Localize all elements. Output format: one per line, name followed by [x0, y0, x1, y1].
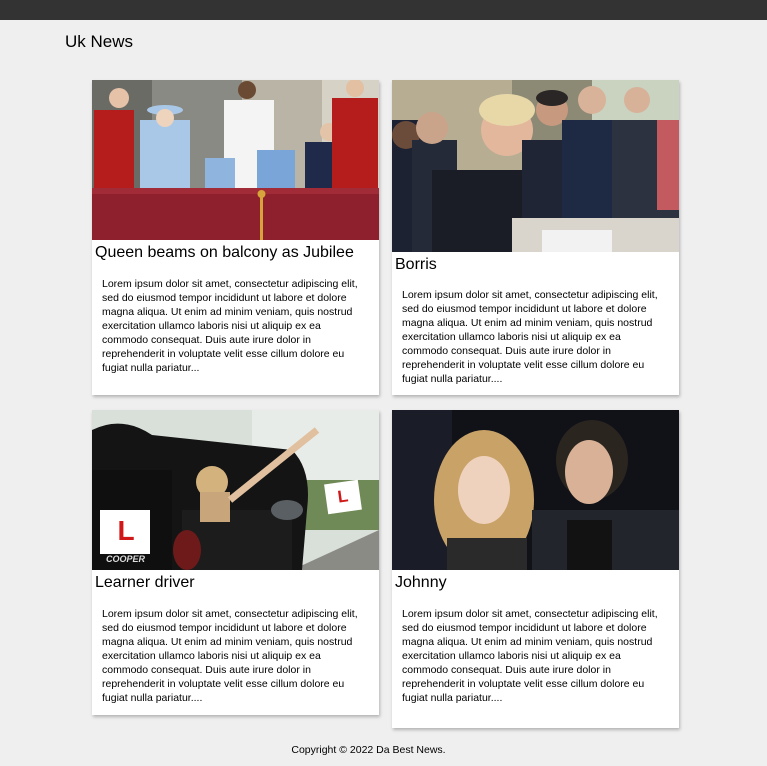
- news-card-3[interactable]: L L COOPER Learner driver Lorem ipsum do…: [92, 410, 379, 715]
- news-card-1[interactable]: Queen beams on balcony as Jubilee Lorem …: [92, 80, 379, 395]
- article-headline[interactable]: Borris: [392, 255, 679, 275]
- news-card-2[interactable]: Borris Lorem ipsum dolor sit amet, conse…: [392, 80, 679, 395]
- top-bar: [0, 0, 767, 20]
- article-headline[interactable]: Queen beams on balcony as Jubilee: [92, 243, 379, 263]
- article-headline[interactable]: Learner driver: [92, 573, 379, 593]
- article-body: Lorem ipsum dolor sit amet, consectetur …: [102, 278, 358, 374]
- car-badge: COOPER: [106, 554, 146, 564]
- celebrity-couple-photo[interactable]: [392, 410, 679, 570]
- l-plate-rear: L: [117, 515, 135, 546]
- footer: Copyright © 2022 Da Best News.: [0, 744, 767, 756]
- cabinet-meeting-photo[interactable]: [392, 80, 679, 252]
- copyright-text: Copyright © 2022 Da Best News.: [291, 744, 446, 756]
- article-body: Lorem ipsum dolor sit amet, consectetur …: [102, 608, 358, 704]
- l-plate-window: L: [336, 486, 350, 507]
- article-body: Lorem ipsum dolor sit amet, consectetur …: [402, 289, 658, 385]
- news-card-4[interactable]: Johnny Lorem ipsum dolor sit amet, conse…: [392, 410, 679, 728]
- site-title: Uk News: [65, 32, 134, 51]
- learner-driver-car-photo[interactable]: L L COOPER: [92, 410, 379, 570]
- article-headline[interactable]: Johnny: [392, 573, 679, 593]
- royal-balcony-photo[interactable]: [92, 80, 379, 240]
- article-body: Lorem ipsum dolor sit amet, consectetur …: [402, 608, 658, 704]
